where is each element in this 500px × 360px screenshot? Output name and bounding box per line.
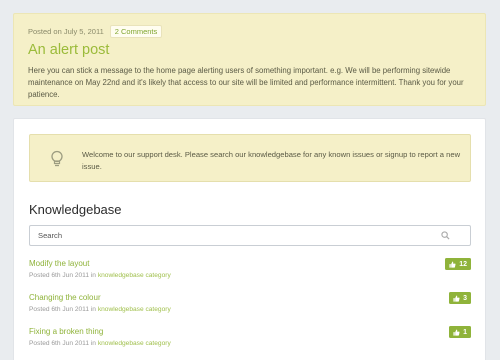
vote-count: 12 [459, 260, 467, 268]
list-item: Changing the colour Posted 6th Jun 2011 … [29, 290, 471, 324]
knowledgebase-list: Modify the layout Posted 6th Jun 2011 in… [29, 256, 471, 358]
category-link[interactable]: knowledgebase category [98, 306, 171, 313]
thumbs-up-icon [453, 294, 460, 302]
vote-count: 3 [463, 294, 467, 302]
list-item: Modify the layout Posted 6th Jun 2011 in… [29, 256, 471, 290]
comments-link[interactable]: 2 Comments [109, 24, 163, 38]
vote-badge[interactable]: 1 [449, 326, 471, 338]
list-item: Fixing a broken thing Posted 6th Jun 201… [29, 324, 471, 358]
category-link[interactable]: knowledgebase category [98, 272, 171, 279]
support-card: Welcome to our support desk. Please sear… [13, 118, 486, 360]
article-posted: Posted 6th Jun 2011 in [29, 306, 96, 313]
article-link[interactable]: Modify the layout [29, 256, 471, 268]
article-meta: Posted 6th Jun 2011 in knowledgebase cat… [29, 340, 471, 347]
welcome-text: Welcome to our support desk. Please sear… [82, 150, 461, 171]
article-link[interactable]: Fixing a broken thing [29, 324, 471, 336]
alert-body: Here you can stick a message to the home… [28, 66, 464, 99]
vote-count: 1 [463, 328, 467, 336]
category-link[interactable]: knowledgebase category [98, 340, 171, 347]
article-posted: Posted 6th Jun 2011 in [29, 272, 96, 279]
search-bar [29, 225, 471, 246]
search-icon[interactable] [441, 231, 450, 240]
vote-badge[interactable]: 12 [445, 258, 471, 270]
article-link[interactable]: Changing the colour [29, 290, 471, 302]
alert-meta: Posted on July 5, 2011 2 Comments [28, 24, 471, 38]
article-posted: Posted 6th Jun 2011 in [29, 340, 96, 347]
welcome-notice: Welcome to our support desk. Please sear… [29, 134, 471, 182]
search-input[interactable] [30, 226, 441, 245]
alert-date: Posted on July 5, 2011 [28, 26, 104, 36]
thumbs-up-icon [453, 328, 460, 336]
vote-badge[interactable]: 3 [449, 292, 471, 304]
alert-post: Posted on July 5, 2011 2 Comments An ale… [13, 13, 486, 106]
lightbulb-icon [51, 150, 63, 167]
article-meta: Posted 6th Jun 2011 in knowledgebase cat… [29, 306, 471, 313]
thumbs-up-icon [449, 260, 456, 268]
alert-title[interactable]: An alert post [28, 42, 471, 58]
knowledgebase-heading: Knowledgebase [29, 202, 122, 217]
article-meta: Posted 6th Jun 2011 in knowledgebase cat… [29, 272, 471, 279]
